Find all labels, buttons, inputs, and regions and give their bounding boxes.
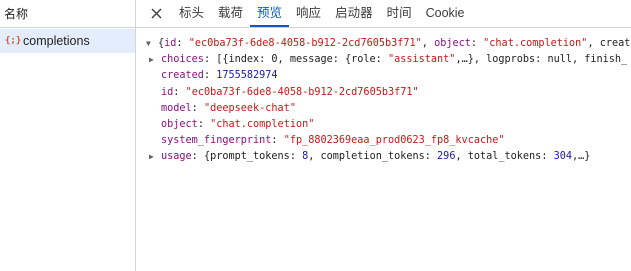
- json-choices-row[interactable]: ▶ choices: [{index: 0, message: {role: "a…: [146, 52, 631, 68]
- json-usage-row[interactable]: ▶ usage: {prompt_tokens: 8, completion_to…: [146, 149, 631, 165]
- tab-timing[interactable]: 时间: [380, 0, 419, 27]
- request-item-label: completions: [23, 34, 90, 48]
- request-detail-pane: 标头 载荷 预览 响应 启动器 时间 Cookie ▼ {id: "ec0ba73…: [136, 0, 631, 271]
- tab-response[interactable]: 响应: [289, 0, 328, 27]
- json-root-summary[interactable]: ▼ {id: "ec0ba73f-6de8-4058-b912-2cd7605b3…: [146, 36, 631, 52]
- json-system-fingerprint-row[interactable]: system_fingerprint: "fp_8802369eaa_prod0…: [146, 133, 631, 149]
- tab-initiator[interactable]: 启动器: [328, 0, 380, 27]
- tab-preview[interactable]: 预览: [250, 0, 290, 27]
- devtools-network-panel: 名称 {;} completions 标头 载荷 预览 响应 启动器 时间 Co…: [0, 0, 631, 271]
- name-column-header[interactable]: 名称: [0, 0, 135, 28]
- tab-cookies[interactable]: Cookie: [419, 0, 472, 27]
- json-created-row[interactable]: created: 1755582974: [146, 68, 631, 84]
- expanded-triangle-icon[interactable]: ▼: [146, 36, 158, 52]
- close-icon: [150, 8, 162, 19]
- json-object-row[interactable]: object: "chat.completion": [146, 117, 631, 133]
- detail-tab-bar: 标头 载荷 预览 响应 启动器 时间 Cookie: [136, 0, 631, 28]
- collapsed-triangle-icon[interactable]: ▶: [149, 149, 161, 165]
- request-item-completions[interactable]: {;} completions: [0, 29, 135, 53]
- collapsed-triangle-icon[interactable]: ▶: [149, 52, 161, 68]
- tab-headers[interactable]: 标头: [172, 0, 211, 27]
- fetch-icon: {;}: [5, 36, 22, 46]
- json-model-row[interactable]: model: "deepseek-chat": [146, 101, 631, 117]
- json-preview: ▼ {id: "ec0ba73f-6de8-4058-b912-2cd7605b3…: [136, 28, 631, 166]
- close-details-button[interactable]: [142, 0, 170, 27]
- request-list-pane: 名称 {;} completions: [0, 0, 136, 271]
- json-id-row[interactable]: id: "ec0ba73f-6de8-4058-b912-2cd7605b3f7…: [146, 85, 631, 101]
- tab-payload[interactable]: 载荷: [211, 0, 250, 27]
